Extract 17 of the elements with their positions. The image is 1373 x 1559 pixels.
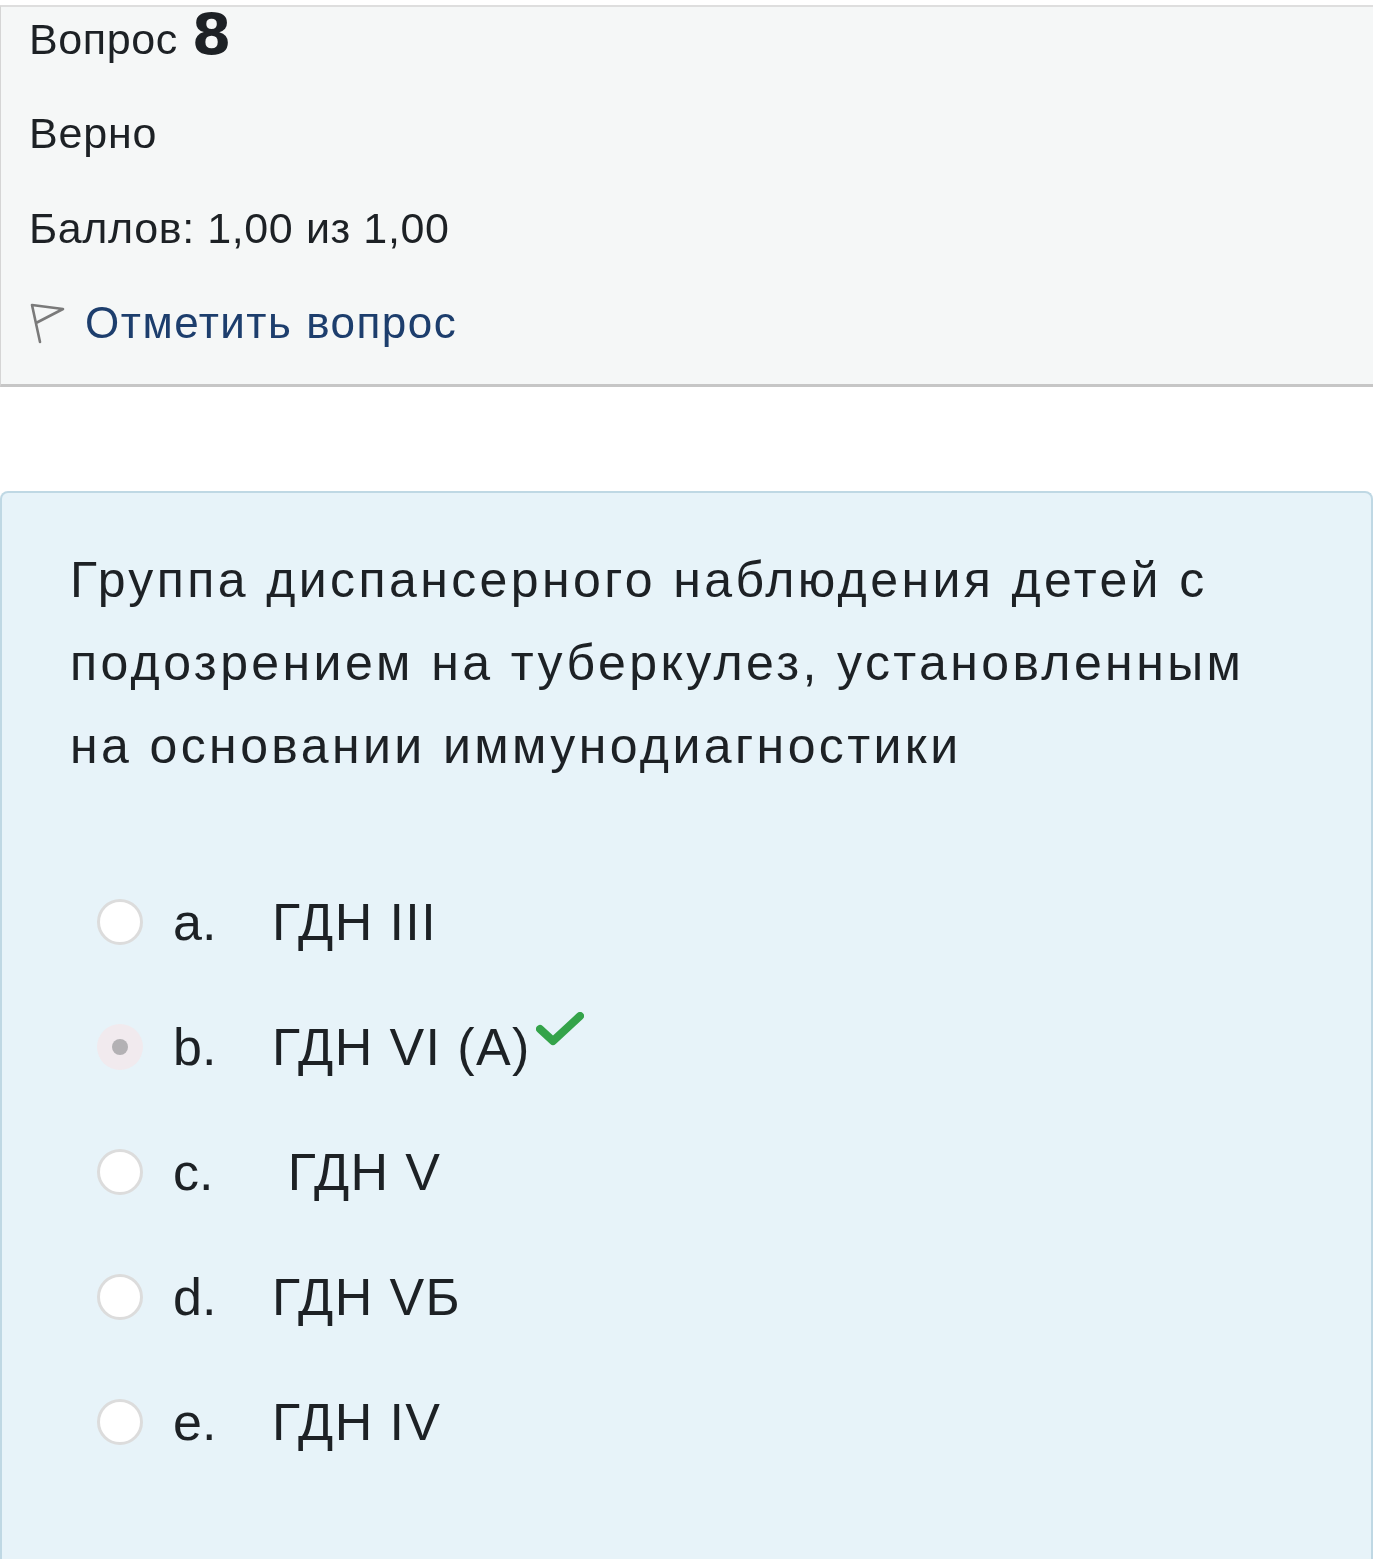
- status-text: Верно: [29, 111, 158, 155]
- radio-button[interactable]: [97, 1399, 143, 1445]
- question-text: Группа диспансерного наблюдения детей с подозрением на туберкулез, установленным на основании иммунодиагностики: [70, 551, 1246, 776]
- grade-text: Баллов: 1,00 из 1,00: [29, 206, 450, 250]
- question-label: Вопрос: [29, 17, 178, 61]
- radio-button[interactable]: [97, 1024, 143, 1070]
- option-letter: a.: [173, 896, 218, 948]
- option-letter: d.: [173, 1271, 218, 1323]
- radio-button[interactable]: [97, 899, 143, 945]
- radio-button[interactable]: [97, 1149, 143, 1195]
- radio-button[interactable]: [97, 1274, 143, 1320]
- option-letter: e.: [173, 1396, 218, 1448]
- question-number: 8: [191, 6, 232, 64]
- option-letter: b.: [173, 1021, 218, 1073]
- flag-question-link[interactable]: Отметить вопрос: [29, 301, 458, 345]
- option-letter: c.: [173, 1146, 215, 1198]
- flag-icon: [29, 302, 65, 344]
